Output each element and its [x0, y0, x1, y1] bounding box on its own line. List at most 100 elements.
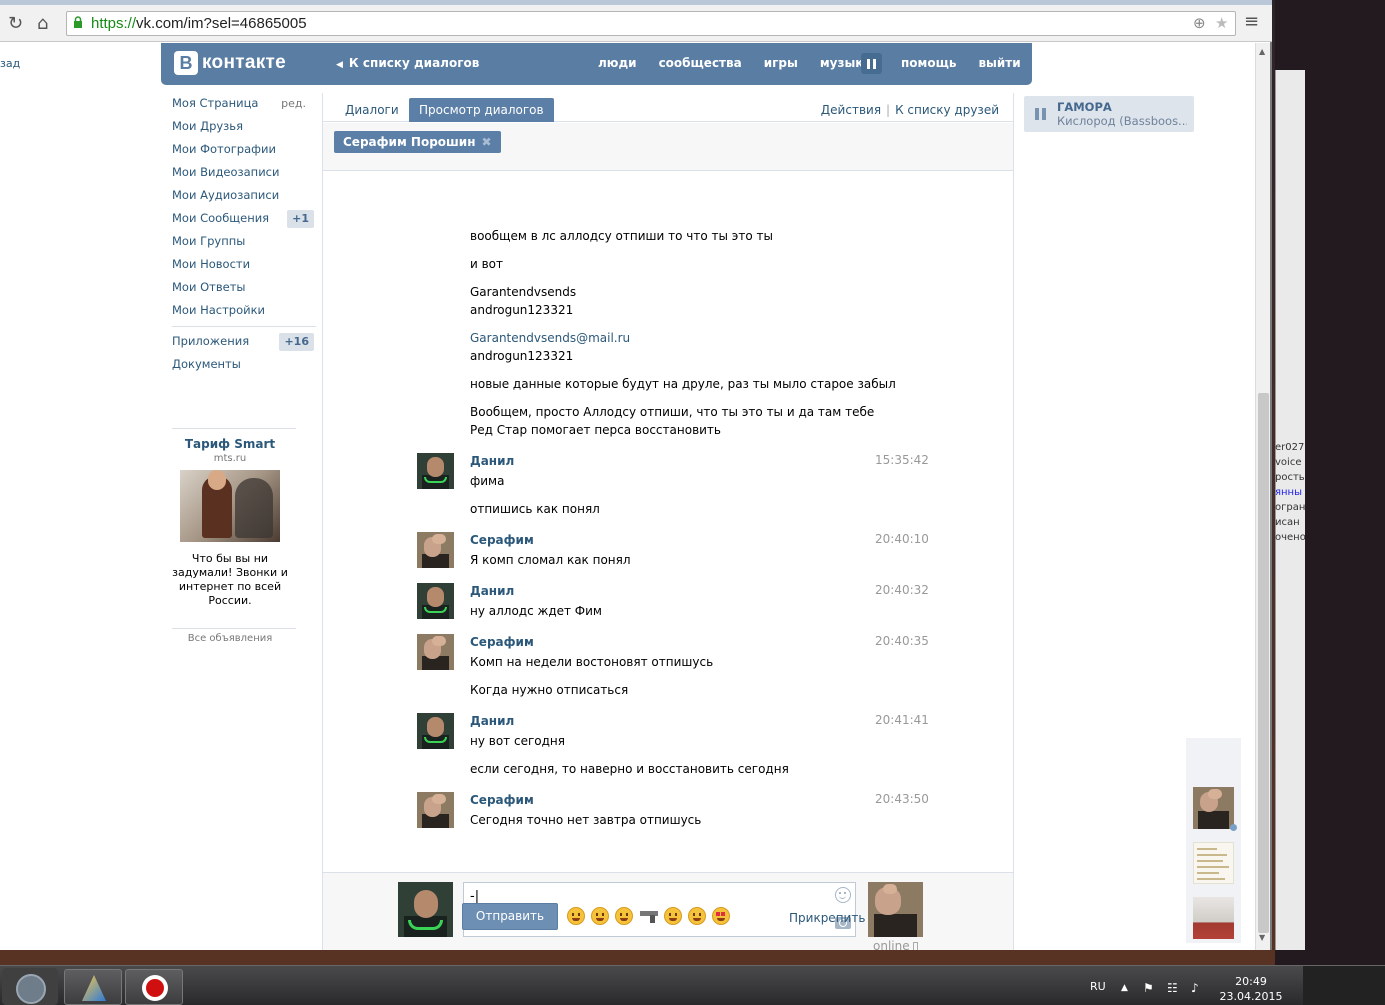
- menu-logout[interactable]: выйти: [978, 56, 1020, 70]
- message-text: фима: [470, 474, 505, 488]
- emoji-heart-eyes-icon[interactable]: [712, 907, 730, 925]
- emoji-wink-icon[interactable]: [591, 907, 609, 925]
- message-author[interactable]: Данил: [470, 714, 514, 728]
- home-icon[interactable]: ⌂: [37, 13, 48, 34]
- left-menu-videos[interactable]: Мои Видеозаписи: [164, 162, 316, 185]
- audio-player[interactable]: ГАМОРА Кислород (Bassboos...: [1024, 96, 1194, 132]
- message-text: и вот: [470, 257, 504, 271]
- tab-view-dialogs[interactable]: Просмотр диалогов: [409, 98, 554, 122]
- left-menu-audio[interactable]: Мои Аудиозаписи: [164, 185, 316, 208]
- left-menu-groups[interactable]: Мои Группы: [164, 231, 316, 254]
- clock[interactable]: 20:49 23.04.2015: [1218, 974, 1284, 1004]
- tray-expand-icon[interactable]: ▲: [1121, 983, 1128, 993]
- page-scrollbar[interactable]: ▲ ▼: [1255, 43, 1270, 950]
- avatar[interactable]: [417, 532, 454, 568]
- side-dialog-avatar[interactable]: [1193, 897, 1234, 939]
- emoji-kiss-icon[interactable]: [688, 907, 706, 925]
- ad-image[interactable]: [180, 470, 280, 542]
- header-menu: люди сообщества игры музыка: [598, 56, 894, 70]
- message-author[interactable]: Серафим: [470, 533, 534, 547]
- message-text: ну вот сегодня: [470, 734, 565, 748]
- message-author[interactable]: Серафим: [470, 793, 534, 807]
- left-menu-my-page[interactable]: Моя Страница ред.: [164, 93, 316, 116]
- emoji-tongue-icon[interactable]: [664, 907, 682, 925]
- zoom-icon[interactable]: ⊕: [1193, 14, 1206, 32]
- ad-divider-bottom: [172, 628, 296, 629]
- scroll-thumb[interactable]: [1258, 393, 1269, 933]
- flag-icon[interactable]: ⚑: [1143, 981, 1154, 995]
- side-dialog-avatar[interactable]: [1193, 787, 1234, 829]
- message-text: Когда нужно отписаться: [470, 683, 629, 697]
- browser-toolbar: ↻ ⌂ https://vk.com/im?sel=46865005 ⊕ ★ ≡: [0, 5, 1272, 42]
- message-text: если сегодня, то наверно и восстановить …: [470, 762, 789, 776]
- left-menu-answers[interactable]: Мои Ответы: [164, 277, 316, 300]
- message-text: Вообщем, просто Аллодсу отпиши, что ты э…: [470, 405, 875, 437]
- back-link[interactable]: зад: [0, 57, 20, 70]
- ad-block[interactable]: Тариф Smart mts.ru Что бы вы ни задумали…: [164, 428, 296, 608]
- ad-title[interactable]: Тариф Smart: [164, 437, 296, 451]
- vk-header: B контакте ◀ К списку диалогов люди сообщ…: [161, 43, 1032, 85]
- send-button[interactable]: Отправить: [462, 903, 558, 930]
- avatar[interactable]: [417, 713, 454, 749]
- left-menu: Моя Страница ред. Мои Друзья Мои Фотограф…: [164, 93, 316, 377]
- back-to-dialogs-link[interactable]: ◀ К списку диалогов: [336, 56, 479, 70]
- email-link[interactable]: Garantendvsends@mail.ru: [470, 331, 630, 345]
- side-dialog-avatar[interactable]: [1193, 842, 1234, 884]
- avatar[interactable]: [417, 634, 454, 670]
- all-ads-link[interactable]: Все объявления: [164, 633, 296, 644]
- peer-chip[interactable]: Серафим Порошин ✖: [334, 131, 501, 153]
- message-text: Сегодня точно нет завтра отпишусь: [470, 813, 702, 827]
- message-author[interactable]: Серафим: [470, 635, 534, 649]
- mobile-icon: [912, 942, 918, 950]
- vk-logo[interactable]: B контакте: [174, 51, 286, 75]
- pause-icon[interactable]: [1035, 108, 1047, 120]
- triangle-left-icon: ◀: [336, 60, 343, 70]
- edit-link[interactable]: ред.: [281, 93, 306, 114]
- address-bar[interactable]: https://vk.com/im?sel=46865005 ⊕ ★: [66, 11, 1236, 36]
- message-author[interactable]: Данил: [470, 454, 514, 468]
- menu-icon[interactable]: ≡: [1244, 13, 1260, 31]
- menu-people[interactable]: люди: [598, 56, 637, 70]
- show-desktop-area[interactable]: [1303, 966, 1385, 1005]
- gun-icon[interactable]: [640, 909, 660, 923]
- volume-icon[interactable]: ♪: [1191, 981, 1199, 995]
- to-friends-link[interactable]: К списку друзей: [895, 103, 999, 117]
- emoji-scream-icon[interactable]: [615, 907, 633, 925]
- attach-link[interactable]: Прикрепить: [789, 911, 865, 925]
- star-icon[interactable]: ★: [1215, 14, 1228, 32]
- scroll-down-icon[interactable]: ▼: [1259, 933, 1265, 942]
- message-text: ну аллодс ждет Фим: [470, 604, 602, 618]
- language-indicator[interactable]: RU: [1090, 980, 1106, 993]
- message-text: Я комп сломал как понял: [470, 553, 631, 567]
- emoji-laugh-icon[interactable]: [567, 907, 585, 925]
- menu-games[interactable]: игры: [764, 56, 798, 70]
- menu-help[interactable]: помощь: [901, 56, 956, 70]
- avatar[interactable]: [417, 583, 454, 619]
- message-author[interactable]: Данил: [470, 584, 514, 598]
- peer-online-status: online: [873, 939, 918, 950]
- reload-icon[interactable]: ↻: [8, 13, 23, 34]
- left-menu-photos[interactable]: Мои Фотографии: [164, 139, 316, 162]
- actions-link[interactable]: Действия: [821, 103, 881, 117]
- taskbar-record-button[interactable]: [125, 969, 183, 1005]
- left-menu-messages[interactable]: Мои Сообщения +1: [164, 208, 316, 231]
- left-menu-documents[interactable]: Документы: [164, 354, 316, 377]
- left-menu-friends[interactable]: Мои Друзья: [164, 116, 316, 139]
- avatar[interactable]: [417, 792, 454, 828]
- close-icon[interactable]: ✖: [482, 135, 492, 149]
- left-menu-settings[interactable]: Мои Настройки: [164, 300, 316, 323]
- header-menu-right: помощь выйти: [901, 56, 1043, 70]
- menu-communities[interactable]: сообщества: [659, 56, 742, 70]
- message-text: Garantendvsends androgun123321: [470, 285, 577, 317]
- taskbar-app-button[interactable]: [64, 969, 122, 1005]
- network-icon[interactable]: ☷: [1167, 981, 1178, 995]
- left-menu-news[interactable]: Мои Новости: [164, 254, 316, 277]
- start-button[interactable]: [2, 968, 58, 1005]
- left-menu-apps[interactable]: Приложения +16: [164, 331, 316, 354]
- avatar[interactable]: [417, 453, 454, 489]
- tab-dialogs[interactable]: Диалоги: [335, 98, 409, 122]
- send-row: Отправить Прикрепить online: [322, 896, 1014, 950]
- message-time: 15:35:42: [875, 453, 929, 467]
- pause-icon[interactable]: [861, 53, 882, 74]
- scroll-up-icon[interactable]: ▲: [1259, 47, 1265, 56]
